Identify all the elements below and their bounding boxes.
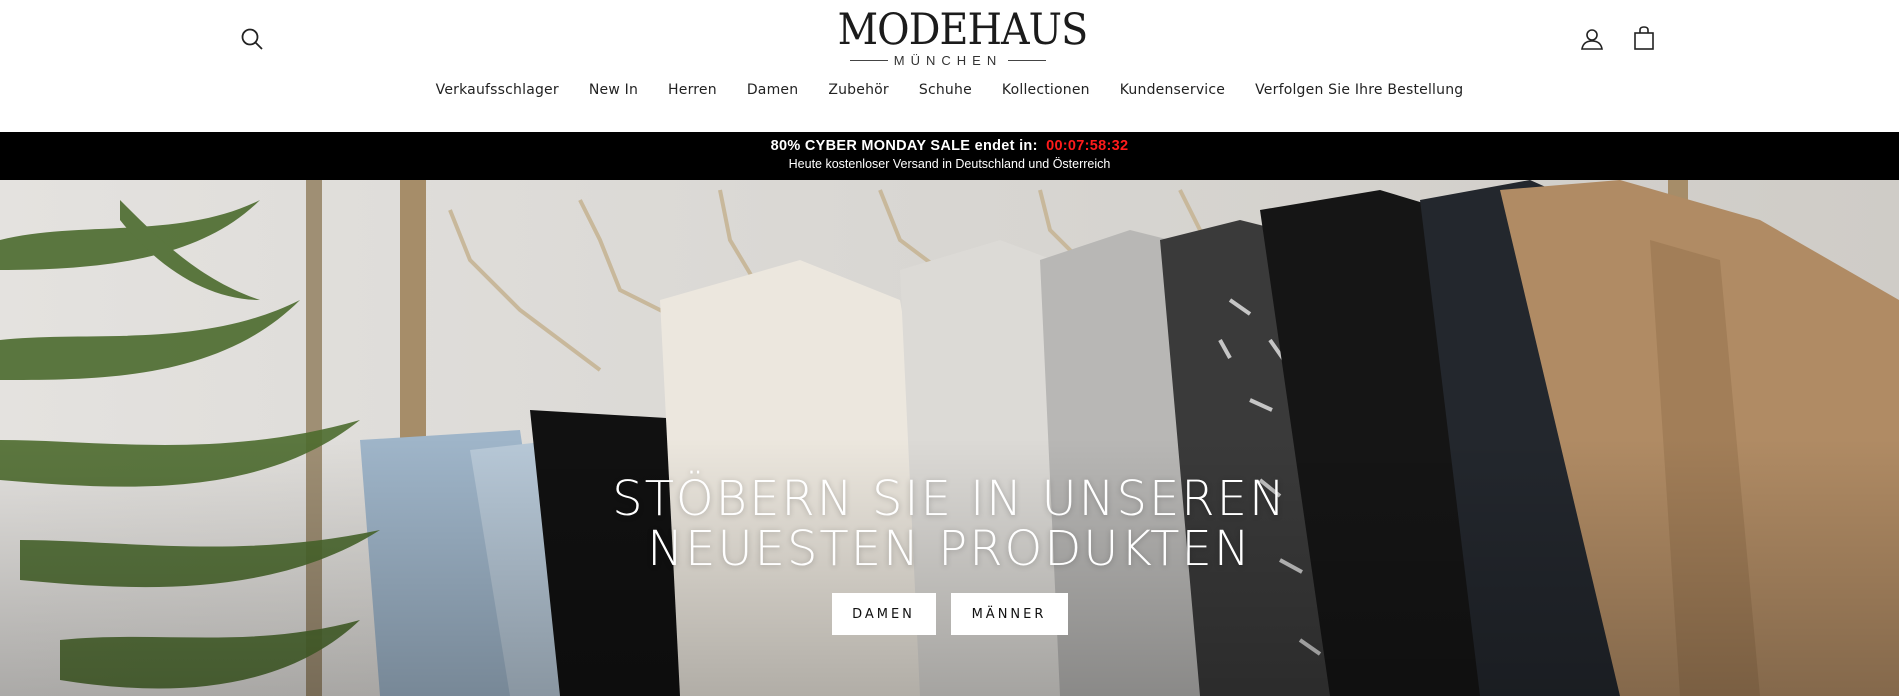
sale-countdown: 80% CYBER MONDAY SALE endet in: 00:07:58… — [0, 138, 1899, 154]
countdown-timer: 00:07:58:32 — [1046, 138, 1129, 154]
search-button[interactable] — [237, 24, 267, 54]
nav-item-kundenservice[interactable]: Kundenservice — [1120, 82, 1225, 98]
cart-button[interactable] — [1629, 23, 1659, 53]
shop-women-button[interactable]: DAMEN — [831, 593, 936, 635]
hero-headline-line1: STÖBERN SIE IN UNSEREN — [612, 471, 1287, 527]
hero-cta-group: DAMEN MÄNNER — [0, 593, 1899, 635]
shop-men-button[interactable]: MÄNNER — [950, 593, 1068, 635]
nav-item-verkaufsschlager[interactable]: Verkaufsschlager — [436, 82, 559, 98]
nav-item-schuhe[interactable]: Schuhe — [919, 82, 972, 98]
site-header: MODEHAUS MÜNCHEN Verkaufsschlager New In… — [0, 0, 1899, 132]
logo-wordmark: MODEHAUS — [837, 5, 1089, 55]
hero-headline: STÖBERN SIE IN UNSEREN NEUESTEN PRODUKTE… — [0, 474, 1899, 574]
site-logo[interactable]: MODEHAUS MÜNCHEN — [828, 5, 1089, 68]
nav-item-herren[interactable]: Herren — [668, 82, 717, 98]
nav-item-track-order[interactable]: Verfolgen Sie Ihre Bestellung — [1255, 82, 1463, 98]
nav-item-kollectionen[interactable]: Kollectionen — [1002, 82, 1090, 98]
logo-divider-right — [1008, 60, 1047, 61]
logo-city: MÜNCHEN — [893, 53, 1003, 68]
sale-text: 80% CYBER MONDAY SALE endet in: — [770, 138, 1038, 154]
logo-subline: MÜNCHEN — [828, 53, 1068, 68]
user-icon — [1581, 29, 1603, 50]
nav-item-damen[interactable]: Damen — [747, 82, 798, 98]
hero-headline-line2: NEUESTEN PRODUKTEN — [647, 521, 1252, 577]
search-icon — [241, 28, 263, 50]
announcement-bar: 80% CYBER MONDAY SALE endet in: 00:07:58… — [0, 132, 1899, 180]
logo-divider-left — [849, 60, 888, 61]
hero-banner: STÖBERN SIE IN UNSEREN NEUESTEN PRODUKTE… — [0, 180, 1899, 696]
nav-item-new-in[interactable]: New In — [589, 82, 638, 98]
nav-item-zubehoer[interactable]: Zubehör — [828, 82, 889, 98]
main-navigation: Verkaufsschlager New In Herren Damen Zub… — [0, 82, 1899, 98]
account-button[interactable] — [1577, 24, 1607, 54]
shipping-notice: Heute kostenloser Versand in Deutschland… — [788, 157, 1111, 171]
shopping-bag-icon — [1634, 26, 1654, 50]
